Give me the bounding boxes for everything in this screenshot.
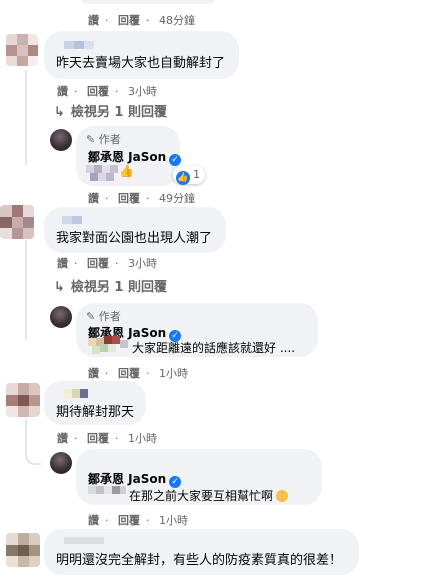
avatar[interactable] <box>6 533 40 567</box>
author-avatar[interactable] <box>50 452 72 474</box>
reply-link[interactable]: 回覆 <box>87 257 109 270</box>
reply-link[interactable]: 回覆 <box>118 514 140 527</box>
comment-meta-0: 讚 · 回覆 · 48分鐘 <box>88 14 195 27</box>
comment-meta-3: 讚 · 回覆 · 1小時 <box>57 432 157 445</box>
comment-meta-2: 讚 · 回覆 · 3小時 <box>57 257 157 270</box>
timestamp[interactable]: 1小時 <box>128 432 157 445</box>
timestamp[interactable]: 48分鐘 <box>159 14 195 27</box>
like-link[interactable]: 讚 <box>57 85 68 98</box>
commenter-name-blurred[interactable] <box>56 215 214 226</box>
like-link[interactable]: 讚 <box>57 257 68 270</box>
reaction-count[interactable]: 👍 1 <box>173 166 205 185</box>
like-link[interactable]: 讚 <box>57 432 68 445</box>
avatar[interactable] <box>6 34 38 66</box>
comment-meta-1: 讚 · 回覆 · 3小時 <box>57 85 157 98</box>
commenter-name-blurred[interactable] <box>56 39 227 51</box>
author-name[interactable]: 鄒承恩 JaSon ✓ <box>88 148 182 166</box>
comment-text: 昨天去賣場大家也自動解封了 <box>56 56 226 71</box>
reply-text: 大家距離遠的話應該就還好 .... <box>132 341 296 355</box>
comment-bubble-0 <box>78 0 218 4</box>
thumbs-up-emoji: 👍 <box>119 164 134 178</box>
comment-text: 期待解封那天 <box>56 405 135 420</box>
timestamp[interactable]: 3小時 <box>128 85 157 98</box>
smiling-face-emoji-icon <box>276 490 289 502</box>
comment-bubble-4: 明明還沒完全解封，有些人的防疫素質真的很差！ <box>44 529 359 575</box>
reply-text: 在那之前大家要互相幫忙啊 <box>129 487 289 504</box>
thread-curve <box>25 445 41 465</box>
verified-badge-icon: ✓ <box>169 154 182 166</box>
reply-link[interactable]: 回覆 <box>118 14 140 27</box>
author-avatar[interactable] <box>50 129 72 151</box>
timestamp[interactable]: 1小時 <box>159 514 188 527</box>
commenter-name-blurred[interactable] <box>56 389 134 400</box>
reply-link[interactable]: 回覆 <box>87 432 109 445</box>
timestamp[interactable]: 49分鐘 <box>159 192 195 205</box>
author-badge: ✎ 作者 <box>86 310 121 323</box>
mention-blurred <box>88 484 128 498</box>
comment-bubble-3: 期待解封那天 <box>44 381 146 425</box>
comment-bubble-2: 我家對面公園也出現人潮了 <box>44 207 226 253</box>
reply-arrow-icon: ↳ <box>54 280 65 295</box>
like-link[interactable]: 讚 <box>88 192 99 205</box>
avatar[interactable] <box>6 383 40 417</box>
comment-bubble-1: 昨天去賣場大家也自動解封了 <box>44 31 239 79</box>
thread-line <box>25 240 27 340</box>
like-link[interactable]: 讚 <box>88 514 99 527</box>
pencil-icon: ✎ <box>86 133 96 146</box>
reply-arrow-icon: ↳ <box>54 105 65 120</box>
mention-blurred <box>88 336 132 354</box>
author-badge: ✎ 作者 <box>86 133 121 146</box>
like-link[interactable]: 讚 <box>88 367 99 380</box>
view-more-replies[interactable]: ↳ 檢視另 1 則回覆 <box>54 276 167 295</box>
thread-line <box>25 70 27 165</box>
timestamp[interactable]: 3小時 <box>128 257 157 270</box>
author-reply-meta-3: 讚 · 回覆 · 1小時 <box>88 514 188 527</box>
commenter-name-blurred[interactable] <box>56 537 347 548</box>
timestamp[interactable]: 1小時 <box>159 367 188 380</box>
reply-link[interactable]: 回覆 <box>87 85 109 98</box>
reply-link[interactable]: 回覆 <box>118 192 140 205</box>
like-link[interactable]: 讚 <box>88 14 99 27</box>
comment-text: 我家對面公園也出現人潮了 <box>56 231 213 246</box>
author-reply-meta-1: 讚 · 回覆 · 49分鐘 <box>88 192 195 205</box>
pencil-icon: ✎ <box>86 310 96 323</box>
like-reaction-icon: 👍 <box>176 171 190 185</box>
avatar[interactable] <box>0 205 34 239</box>
author-reply-meta-2: 讚 · 回覆 · 1小時 <box>88 367 188 380</box>
comment-text: 明明還沒完全解封，有些人的防疫素質真的很差！ <box>56 553 343 568</box>
reply-emoji-blurred: 👍 <box>86 164 134 183</box>
view-more-replies[interactable]: ↳ 檢視另 1 則回覆 <box>54 101 167 120</box>
reply-link[interactable]: 回覆 <box>118 367 140 380</box>
author-avatar[interactable] <box>50 306 72 328</box>
